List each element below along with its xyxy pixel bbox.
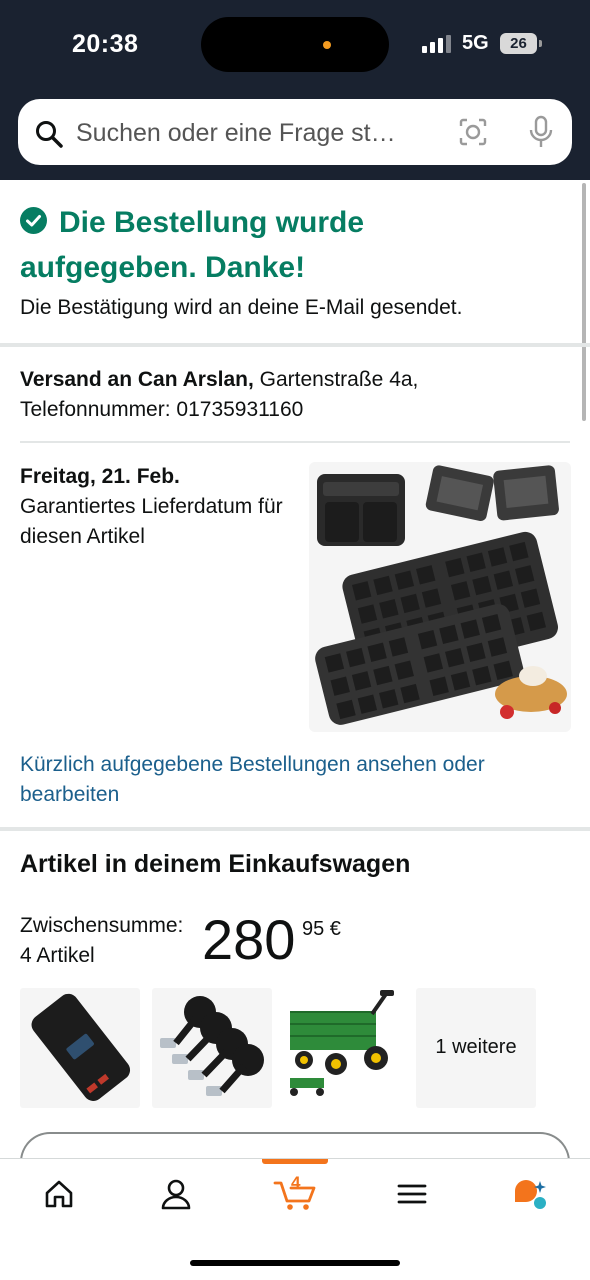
- section-divider: [0, 827, 590, 831]
- item-count: 4 Artikel: [20, 944, 95, 967]
- search-icon: [36, 121, 63, 148]
- check-circle-icon: [20, 207, 47, 234]
- battery-icon: 26: [500, 33, 537, 54]
- divider: [20, 441, 570, 443]
- recent-orders-link[interactable]: Kürzlich aufgegebene Bestellungen ansehe…: [20, 750, 560, 810]
- account-icon[interactable]: [159, 1177, 193, 1211]
- network-type: 5G: [462, 32, 489, 54]
- waffle-plates-illustration: [315, 465, 567, 725]
- cart-item-tie-down-straps[interactable]: [152, 988, 272, 1108]
- camera-lens-icon[interactable]: [458, 117, 488, 147]
- menu-icon[interactable]: [395, 1177, 429, 1211]
- cart-title: Artikel in deinem Einkaufswagen: [20, 850, 411, 878]
- section-divider: [0, 343, 590, 347]
- delivery-date: Freitag, 21. Feb.: [20, 465, 180, 488]
- shipping-label: Versand an Can Arslan,: [20, 368, 254, 391]
- price-fraction: 95 €: [302, 918, 341, 940]
- cart-item-garden-cart[interactable]: [284, 988, 404, 1108]
- status-time: 20:38: [72, 30, 139, 58]
- home-indicator[interactable]: [190, 1260, 400, 1266]
- home-icon[interactable]: [42, 1177, 76, 1211]
- top-header: 20:38 5G 26 Suchen oder eine Frage st…: [0, 0, 590, 180]
- confirmation-heading-text: Die Bestellung wurde aufgegeben. Danke!: [20, 206, 365, 284]
- cart-item-powerbank[interactable]: [20, 988, 140, 1108]
- confirmation-subtext: Die Bestätigung wird an deine E-Mail ges…: [20, 296, 463, 319]
- powerbank-image: [31, 993, 131, 1101]
- garden-cart-image: [290, 990, 394, 1096]
- subtotal-text: Zwischensumme:: [20, 914, 184, 937]
- battery-nub: [539, 40, 542, 47]
- search-bar[interactable]: Suchen oder eine Frage st…: [18, 99, 572, 165]
- delivery-info: Freitag, 21. Feb. Garantiertes Lieferdat…: [20, 462, 300, 552]
- product-image-waffle-plates[interactable]: [309, 462, 571, 732]
- tie-down-straps-image: [160, 996, 264, 1096]
- scrollbar[interactable]: [582, 183, 586, 421]
- microphone-icon[interactable]: [526, 115, 556, 149]
- cart-count-badge: 4: [291, 1173, 301, 1192]
- subtotal-label: Zwischensumme: 4 Artikel: [20, 911, 183, 971]
- price-whole: 280: [202, 908, 296, 971]
- active-tab-indicator: [262, 1159, 328, 1164]
- confirmation-heading: Die Bestellung wurde aufgegeben. Danke!: [20, 200, 540, 290]
- signal-strength-icon: [422, 35, 452, 53]
- search-input[interactable]: Suchen oder eine Frage st…: [76, 119, 396, 148]
- rufus-assistant-icon[interactable]: [512, 1177, 550, 1211]
- privacy-indicator-dot: [323, 41, 331, 49]
- more-items-label: 1 weitere: [435, 1036, 517, 1058]
- dynamic-island: [201, 17, 389, 72]
- cart-more-items[interactable]: 1 weitere: [416, 988, 536, 1108]
- shipping-info: Versand an Can Arslan, Gartenstraße 4a, …: [20, 365, 560, 425]
- delivery-note: Garantiertes Lieferdatum für diesen Arti…: [20, 495, 283, 548]
